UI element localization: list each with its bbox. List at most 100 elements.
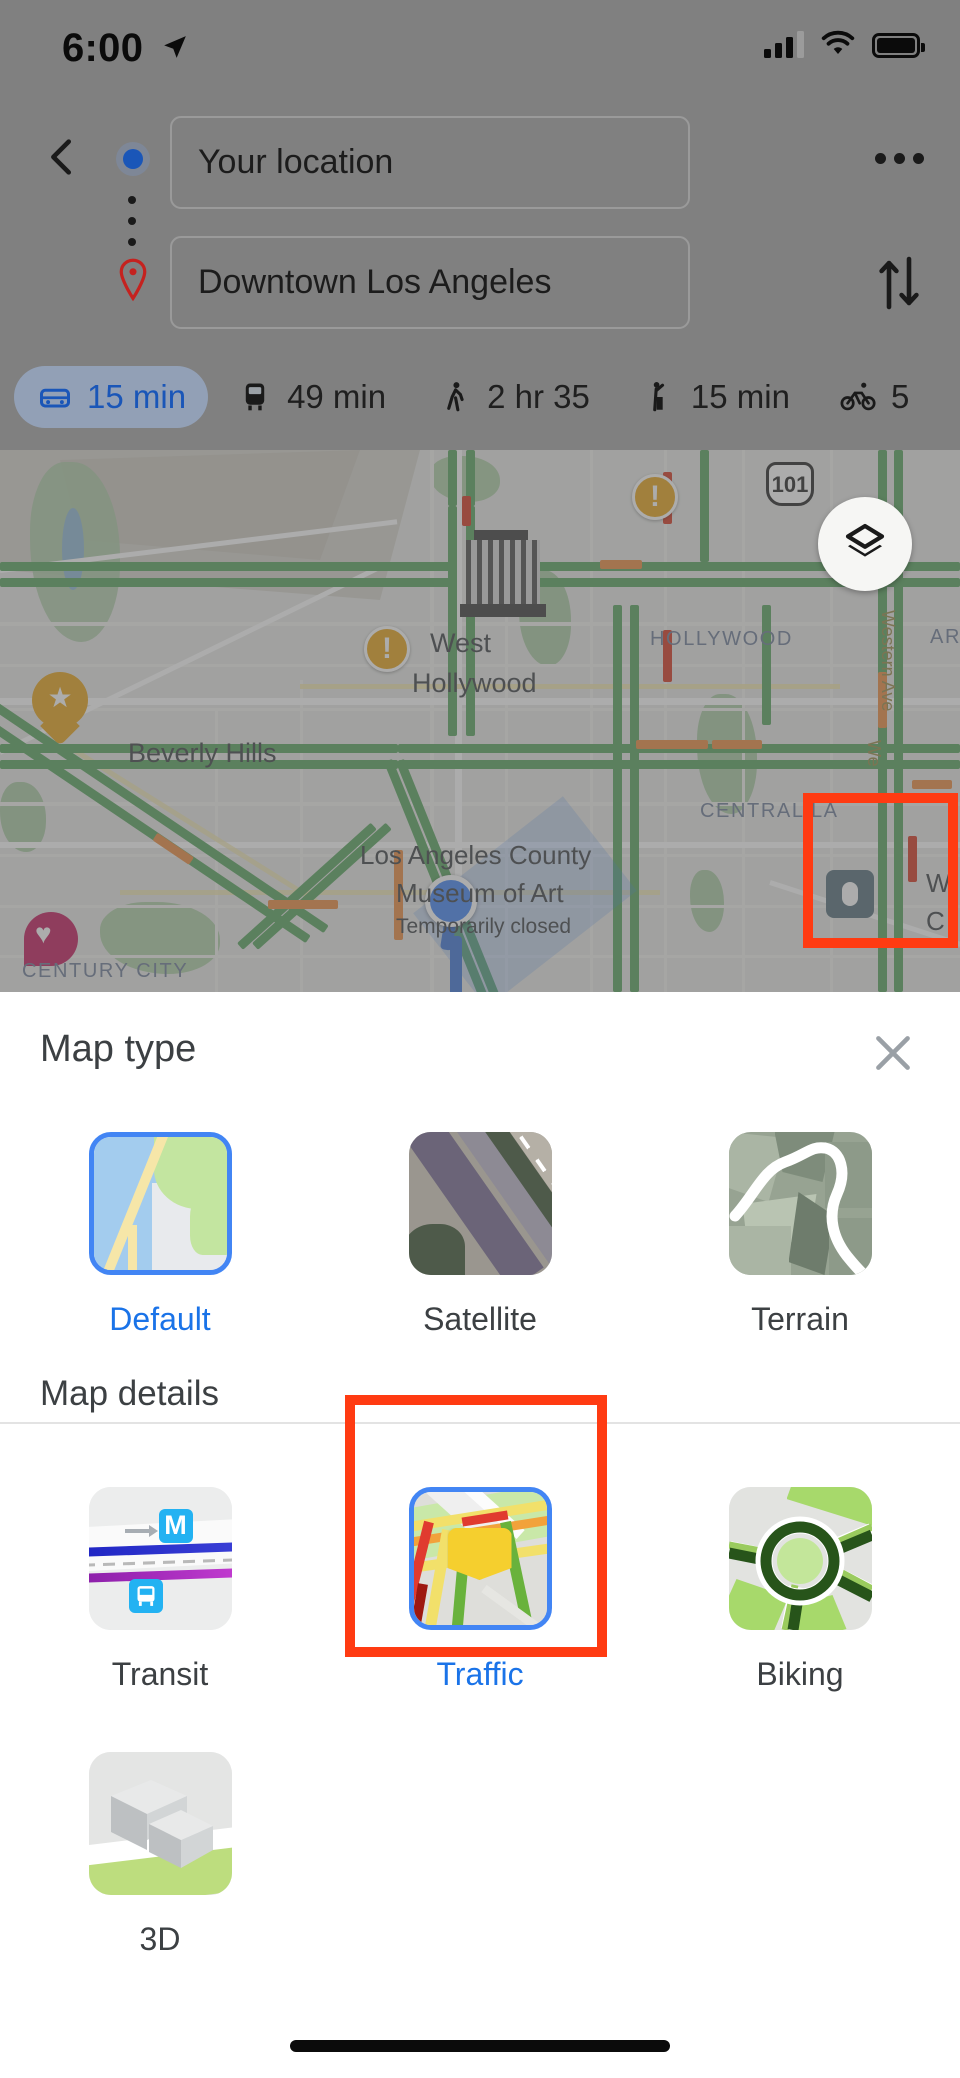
highway (68, 745, 326, 909)
map-type-satellite[interactable]: Satellite (320, 1132, 640, 1338)
street (664, 450, 667, 992)
map-tiles: ! ! 101 ★ West Hollywood HOLLYWOOD Beve (0, 450, 960, 992)
map-label-partial-co: C (926, 906, 945, 936)
map-type-default[interactable]: Default (0, 1132, 320, 1338)
map-type-terrain-label: Terrain (751, 1301, 849, 1337)
map-detail-traffic-label: Traffic (436, 1656, 524, 1692)
map-label-hollywood-nbhd: HOLLYWOOD (650, 628, 793, 650)
traffic-segment-green (700, 450, 709, 562)
traffic-segment-green (613, 605, 622, 992)
map-label-west: West (430, 628, 492, 658)
car-icon (36, 378, 74, 416)
travel-mode-walking-label: 2 hr 35 (487, 378, 590, 415)
swap-endpoints-button[interactable] (868, 245, 930, 321)
default-tile-art (88, 1132, 232, 1275)
map-label-century-city: CENTURY CITY (22, 960, 189, 982)
page-title: Map type (40, 1028, 197, 1070)
map-detail-traffic[interactable]: Traffic (320, 1487, 640, 1693)
bike-icon (840, 378, 878, 416)
travel-mode-biking[interactable]: 5 (818, 366, 931, 428)
3d-tile-art (88, 1752, 232, 1895)
close-button[interactable] (862, 1022, 924, 1084)
back-button[interactable] (30, 125, 94, 189)
close-icon (876, 1036, 910, 1070)
traffic-segment-green (630, 605, 639, 992)
map-label-partial-w: W (926, 868, 951, 898)
destination-input-value: Downtown Los Angeles (198, 263, 552, 301)
destination-pin-icon (119, 258, 147, 302)
layers-icon (845, 523, 885, 557)
arterial (0, 698, 960, 705)
more-options-icon (874, 152, 886, 164)
street (0, 708, 960, 711)
cellular-signal-icon (764, 30, 804, 58)
route-dotted-connector (128, 196, 136, 246)
incident-marker[interactable]: ! (364, 626, 410, 672)
map-detail-biking[interactable]: Biking (640, 1487, 960, 1693)
street (0, 664, 960, 667)
travel-modes-bar[interactable]: 15 min 49 min 2 hr 35 15 min 5 (0, 348, 960, 446)
travel-mode-driving-label: 15 min (87, 378, 187, 415)
traffic-segment-green (762, 605, 771, 725)
traffic-segment-green (448, 450, 457, 506)
traffic-segment-orange (268, 900, 338, 909)
map-label-partial-ar: AR (930, 626, 960, 648)
transit-icon (236, 378, 274, 416)
map-type-sheet: Map type Default Satellite Terrain M Tra… (0, 992, 960, 2078)
map-type-default-label: Default (109, 1301, 211, 1337)
favorite-place-pin[interactable] (24, 912, 78, 966)
museum-building-icon (460, 530, 546, 622)
travel-mode-transit-label: 49 min (287, 378, 387, 415)
transit-tile-art: M (88, 1487, 232, 1630)
more-options-icon-dot2 (893, 152, 905, 164)
rideshare-icon (640, 378, 678, 416)
map-detail-biking-label: Biking (756, 1656, 844, 1692)
map-detail-transit-label: Transit (111, 1656, 209, 1692)
map-detail-transit[interactable]: M Transit (0, 1487, 320, 1693)
map-label-lacma-line1: Los Angeles County (360, 840, 592, 870)
map-details-row-1: M Transit Traffic Biking (0, 1487, 960, 1693)
traffic-segment-red (462, 496, 471, 526)
terrain-tile-art (728, 1132, 872, 1275)
transit-station-pin[interactable] (826, 870, 874, 918)
travel-mode-driving[interactable]: 15 min (14, 366, 209, 428)
map-label-lacma-line2: Museum of Art (396, 878, 564, 908)
destination-input[interactable]: Downtown Los Angeles (170, 236, 690, 329)
more-options-icon-dot3 (912, 152, 924, 164)
incident-marker[interactable]: ! (632, 474, 678, 520)
map-label-beverly-hills: Beverly Hills (128, 738, 277, 768)
travel-mode-walking[interactable]: 2 hr 35 (414, 366, 612, 428)
wifi-icon (821, 30, 855, 55)
traffic-segment-orange (600, 560, 642, 569)
origin-input[interactable]: Your location (170, 116, 690, 209)
battery-full-icon (872, 33, 925, 58)
sheet-header: Map type (0, 992, 960, 1112)
layers-button[interactable] (818, 497, 912, 591)
more-options-button[interactable] (864, 128, 934, 188)
satellite-tile-art (408, 1132, 552, 1275)
origin-input-value: Your location (198, 143, 394, 181)
travel-mode-transit[interactable]: 49 min (214, 366, 408, 428)
traffic-segment-green (0, 578, 450, 587)
traffic-tile-art (408, 1487, 552, 1630)
traffic-segment-red (908, 836, 917, 882)
park-area-4 (697, 694, 757, 814)
travel-mode-rideshare[interactable]: 15 min (618, 366, 812, 428)
swap-vertical-icon (879, 256, 919, 310)
map-detail-3d[interactable]: 3D (0, 1752, 320, 1958)
map-type-satellite-label: Satellite (423, 1301, 537, 1337)
map-type-terrain[interactable]: Terrain (640, 1132, 960, 1338)
travel-mode-biking-label: 5 (890, 378, 910, 415)
traffic-segment-green (448, 506, 457, 736)
traffic-segment-green (0, 562, 450, 571)
map-label-hollywood: Hollywood (412, 668, 537, 698)
traffic-segment-orange (712, 740, 762, 749)
street (0, 622, 960, 626)
saved-place-pin[interactable]: ★ (32, 672, 88, 746)
highway (300, 684, 840, 689)
map-canvas[interactable]: ! ! 101 ★ West Hollywood HOLLYWOOD Beve (0, 450, 960, 992)
map-details-empty-slot-1 (320, 1752, 640, 1958)
map-details-row-2: 3D (0, 1752, 960, 1958)
street (742, 450, 745, 992)
map-and-header-region: ! ! 101 ★ West Hollywood HOLLYWOOD Beve (0, 0, 960, 992)
